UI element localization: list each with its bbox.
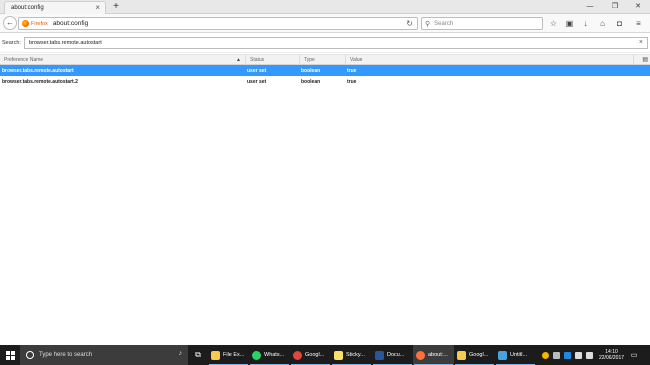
taskbar-app-firefox[interactable]: about:... [413, 345, 454, 365]
taskbar-app-sticky-notes[interactable]: Sticky... [331, 345, 372, 365]
chrome-icon [293, 350, 302, 360]
back-button[interactable]: ← [3, 16, 17, 30]
dropbox-icon[interactable] [564, 351, 571, 359]
wifi-icon[interactable] [575, 351, 582, 359]
pref-value: true [347, 67, 357, 74]
pocket-icon[interactable]: ◘ [613, 17, 626, 30]
pref-name: browser.tabs.remote.autostart [2, 67, 74, 74]
search-icon: ⚲ [425, 20, 431, 28]
bookmark-star-icon[interactable]: ☆ [547, 17, 560, 30]
reload-icon[interactable]: ↻ [406, 19, 413, 28]
battery-icon[interactable] [553, 351, 560, 359]
new-tab-button[interactable]: + [110, 0, 122, 13]
minimize-icon[interactable]: — [578, 0, 602, 14]
table-header: Preference Name ▲ Status Type Value ▤ [0, 54, 650, 65]
sort-ascending-icon: ▲ [236, 57, 241, 63]
microphone-icon[interactable]: ♪ [179, 350, 183, 357]
pref-status: user set [247, 78, 267, 85]
table-row[interactable]: browser.tabs.remote.autostart.2 user set… [0, 76, 650, 87]
pref-type: boolean [301, 67, 321, 74]
column-header-value[interactable]: Value [346, 55, 634, 65]
search-placeholder: Search [434, 20, 454, 27]
firefox-logo-icon [22, 20, 29, 27]
filter-row: Search: browser.tabs.remote.autostart × [0, 33, 650, 53]
tab-about-config[interactable]: about:config × [4, 1, 106, 14]
filter-value: browser.tabs.remote.autostart [28, 39, 102, 46]
about-config-page: Search: browser.tabs.remote.autostart × … [0, 33, 650, 345]
taskbar-app-file-explorer[interactable]: File Ex... [208, 345, 249, 365]
windows-logo-icon [5, 350, 15, 360]
cortana-icon [26, 351, 34, 359]
taskbar-app-paint[interactable]: Untitl... [495, 345, 536, 365]
navigation-bar: ← Firefox about:config ↻ ⚲ Search ☆ ▣ ↓ … [0, 14, 650, 33]
tray-app-icon[interactable] [542, 351, 549, 359]
taskbar-app-whatsapp[interactable]: Whats... [249, 345, 290, 365]
folder-icon [211, 350, 220, 360]
clear-filter-icon[interactable]: × [639, 39, 643, 46]
home-icon[interactable]: ⌂ [596, 17, 609, 30]
taskbar-app-google-folder[interactable]: Googl... [454, 345, 495, 365]
clock-date: 22/06/2017 [599, 355, 625, 361]
column-header-name[interactable]: Preference Name ▲ [0, 55, 246, 65]
paint-icon [498, 350, 507, 360]
restore-icon[interactable]: ❐ [603, 0, 627, 14]
close-window-icon[interactable]: ✕ [626, 0, 650, 14]
filter-label: Search: [2, 39, 21, 46]
column-picker-icon[interactable]: ▤ [642, 55, 648, 65]
volume-icon[interactable] [586, 351, 593, 359]
identity-label: Firefox [31, 20, 48, 27]
pref-value: true [347, 78, 357, 85]
pref-type: boolean [301, 78, 321, 85]
preferences-table: Preference Name ▲ Status Type Value ▤ br… [0, 54, 650, 87]
taskbar: Type here to search ♪ ⧉ File Ex... Whats… [0, 345, 650, 365]
pref-name: browser.tabs.remote.autostart.2 [2, 78, 78, 85]
download-icon[interactable]: ↓ [579, 17, 592, 30]
clock[interactable]: 14:10 22/06/2017 [599, 349, 624, 361]
task-view-icon[interactable]: ⧉ [188, 345, 208, 365]
taskbar-search-placeholder: Type here to search [39, 352, 93, 358]
taskbar-app-chrome[interactable]: Googl... [290, 345, 331, 365]
column-header-status[interactable]: Status [246, 55, 300, 65]
url-bar[interactable]: Firefox about:config ↻ [18, 17, 418, 30]
filter-input[interactable]: browser.tabs.remote.autostart × [23, 36, 648, 49]
pref-status: user set [247, 67, 267, 74]
folder-icon [457, 350, 466, 360]
word-icon [375, 350, 384, 360]
menu-icon[interactable]: ≡ [632, 17, 645, 30]
whatsapp-icon [252, 350, 261, 360]
column-header-type[interactable]: Type [300, 55, 346, 65]
table-row[interactable]: browser.tabs.remote.autostart user set b… [0, 65, 650, 76]
taskbar-search-box[interactable]: Type here to search ♪ [20, 345, 188, 365]
taskbar-app-word[interactable]: Docu... [372, 345, 413, 365]
url-text: about:config [52, 20, 89, 27]
clipboard-icon[interactable]: ▣ [563, 17, 576, 30]
search-bar[interactable]: ⚲ Search [421, 17, 543, 30]
sticky-notes-icon [334, 350, 343, 360]
tab-strip: about:config × + — ❐ ✕ [0, 0, 650, 14]
system-tray: 14:10 22/06/2017 ▭ [540, 345, 640, 365]
tab-title: about:config [11, 5, 44, 11]
start-button[interactable] [0, 345, 20, 365]
action-center-icon[interactable]: ▭ [628, 345, 640, 365]
close-tab-icon[interactable]: × [95, 4, 100, 12]
firefox-icon [416, 350, 425, 360]
